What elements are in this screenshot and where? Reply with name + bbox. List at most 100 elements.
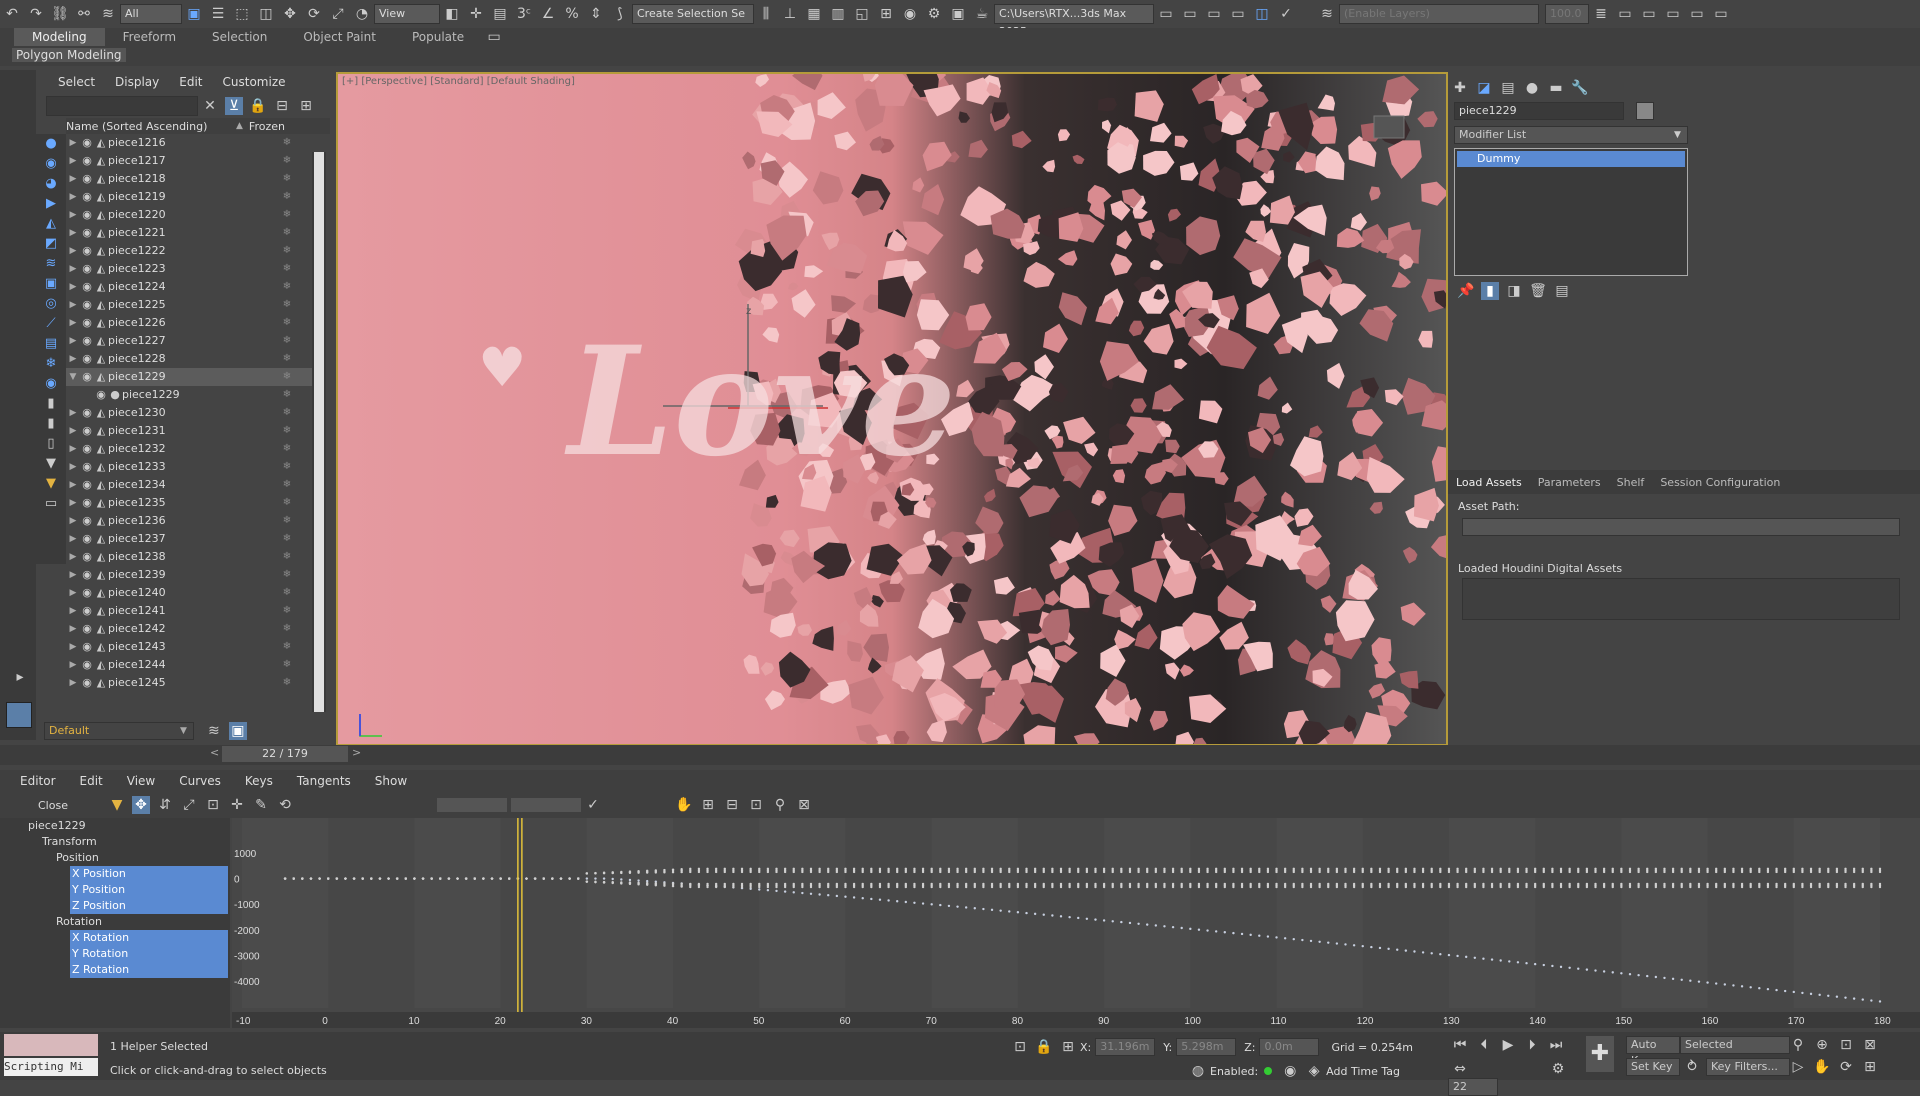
frozen-icon[interactable]: ❄ [262, 422, 312, 440]
scene-list-item[interactable]: ▶ ◉ ◭ piece1235 ❄ [66, 494, 312, 512]
play-icon[interactable]: ▶ [1499, 1036, 1517, 1054]
scene-list-item[interactable]: ▶ ◉ ◭ piece1232 ❄ [66, 440, 312, 458]
utilities-tab-icon[interactable]: 🔧 [1571, 79, 1589, 97]
menu-keys[interactable]: Keys [233, 774, 285, 788]
hidden-icon[interactable]: ◉ [39, 376, 63, 394]
lock-icon[interactable]: 🔒 [249, 97, 267, 115]
orbit-icon[interactable]: ⟳ [1837, 1058, 1855, 1076]
key-filters-button[interactable]: Key Filters... [1706, 1058, 1790, 1076]
expand-arrow-icon[interactable]: ▶ [66, 548, 80, 566]
object-color-swatch[interactable] [1636, 102, 1654, 120]
curve-editor-icon[interactable]: ◱ [853, 5, 871, 23]
goto-start-icon[interactable]: ⏮ [1451, 1036, 1469, 1054]
display-objects-icon[interactable]: ● [39, 136, 63, 154]
visibility-eye-icon[interactable]: ◉ [80, 224, 94, 242]
edit-named-sel-icon[interactable]: ⟆ [611, 5, 629, 23]
unlink-icon[interactable]: ⚯ [75, 5, 93, 23]
visibility-eye-icon[interactable]: ◉ [80, 242, 94, 260]
add-keys-icon[interactable]: ✛ [228, 796, 246, 814]
scene-list-item[interactable]: ▶ ◉ ◭ piece1236 ❄ [66, 512, 312, 530]
place-icon[interactable]: ◔ [353, 5, 371, 23]
key-time-field[interactable] [510, 798, 581, 812]
polygon-modeling-label[interactable]: Polygon Modeling [12, 48, 126, 62]
enabled-toggle-icon[interactable]: ◉ [1281, 1062, 1299, 1080]
frozen-icon[interactable]: ❄ [262, 260, 312, 278]
scene-list-item[interactable]: ▶ ◉ ◭ piece1243 ❄ [66, 638, 312, 656]
col-name-header[interactable]: Name (Sorted Ascending) [66, 120, 236, 133]
expand-arrow-icon[interactable]: ▶ [66, 440, 80, 458]
layer-dropdown[interactable]: (Enable Layers) [1339, 4, 1539, 24]
bind-icon[interactable]: ≋ [99, 5, 117, 23]
misc-icon-c[interactable]: ▭ [1664, 5, 1682, 23]
maxscript-listener-swatch[interactable] [4, 1034, 98, 1056]
ribbon-toggle-icon[interactable]: ▥ [829, 5, 847, 23]
containers-icon[interactable]: ▤ [39, 336, 63, 354]
expand-arrow-icon[interactable]: ▶ [66, 494, 80, 512]
layer-explorer-icon[interactable]: ▦ [805, 5, 823, 23]
spacewarps-icon[interactable]: ≋ [39, 256, 63, 274]
menu-edit[interactable]: Edit [68, 774, 115, 788]
visibility-eye-icon[interactable]: ◉ [80, 368, 94, 386]
key-value-field[interactable] [436, 798, 507, 812]
pan-view-icon[interactable]: ✋ [1813, 1058, 1831, 1076]
hierarchy-icon[interactable]: ⊟ [273, 97, 291, 115]
menu-editor[interactable]: Editor [8, 774, 68, 788]
visibility-eye-icon[interactable]: ◉ [80, 152, 94, 170]
frozen-icon[interactable]: ❄ [262, 296, 312, 314]
move-keys-icon[interactable]: ✥ [131, 796, 150, 814]
scene-list-item[interactable]: ▼ ◉ ◭ piece1229 ❄ [66, 368, 312, 386]
make-unique-icon[interactable]: ◨ [1505, 282, 1523, 300]
adaptive-deg-icon[interactable]: ◍ [1189, 1062, 1207, 1080]
select-by-name-icon[interactable]: ☰ [209, 5, 227, 23]
frozen-icon[interactable]: ❄ [262, 278, 312, 296]
controller-tree-item[interactable]: Z Rotation [0, 962, 230, 978]
create-tab-icon[interactable]: ✚ [1451, 79, 1469, 97]
folder-icon[interactable]: ▭ [1205, 5, 1223, 23]
close-button[interactable]: Close [38, 799, 68, 812]
frozen-icon[interactable]: ❄ [262, 494, 312, 512]
move-icon[interactable]: ✥ [281, 5, 299, 23]
visibility-eye-icon[interactable]: ◉ [80, 278, 94, 296]
frozen-icon[interactable]: ❄ [262, 206, 312, 224]
zoom-icon[interactable]: ⚲ [1789, 1036, 1807, 1054]
misc-icon-e[interactable]: ▭ [1712, 5, 1730, 23]
next-key-icon[interactable]: ⏵ [1523, 1036, 1541, 1054]
keyboard-shortcut-icon[interactable]: ▤ [491, 5, 509, 23]
xrefs-icon[interactable]: ◎ [39, 296, 63, 314]
rect-selection-icon[interactable]: ⬚ [233, 5, 251, 23]
asset-path-input[interactable] [1462, 518, 1900, 536]
pan-icon[interactable]: ✋ [675, 796, 693, 814]
draw-curves-icon[interactable]: ✎ [252, 796, 270, 814]
scene-list-item[interactable]: ▶ ◉ ◭ piece1233 ❄ [66, 458, 312, 476]
expand-arrow-icon[interactable]: ▶ [66, 584, 80, 602]
controller-tree-item[interactable]: X Position [0, 866, 230, 882]
scene-list-item[interactable]: ▶ ◉ ◭ piece1239 ❄ [66, 566, 312, 584]
enabled-dot[interactable] [1264, 1067, 1273, 1075]
reduce-keys-icon[interactable]: ⟲ [276, 796, 294, 814]
viewport-label[interactable]: [+] [Perspective] [Standard] [Default Sh… [342, 76, 575, 87]
expand-arrow-icon[interactable]: ▶ [66, 314, 80, 332]
material-editor-icon[interactable]: ◉ [901, 5, 919, 23]
expand-arrow-icon[interactable]: ▶ [66, 530, 80, 548]
perspective-viewport[interactable]: z [+] [Perspective] [Standard] [Default … [336, 72, 1448, 746]
expand-arrow-icon[interactable]: ▶ [66, 458, 80, 476]
visibility-eye-icon[interactable]: ◉ [80, 566, 94, 584]
visibility-eye-icon[interactable]: ◉ [80, 332, 94, 350]
frozen-icon[interactable]: ❄ [262, 134, 312, 152]
check-icon[interactable]: ✓ [1277, 5, 1295, 23]
key-tangent-icon[interactable]: ✓ [584, 796, 602, 814]
scene-list-item[interactable]: ▶ ◉ ◭ piece1216 ❄ [66, 134, 312, 152]
link-icon[interactable]: ⛓ [51, 5, 69, 23]
frozen-icon[interactable]: ❄ [262, 314, 312, 332]
expand-arrow-icon[interactable]: ▶ [66, 278, 80, 296]
frozen-icon[interactable]: ❄ [262, 566, 312, 584]
remove-modifier-icon[interactable]: 🗑 [1529, 282, 1547, 300]
expand-arrow-icon[interactable]: ▶ [66, 404, 80, 422]
expand-arrow-icon[interactable]: ▶ [66, 134, 80, 152]
scene-list-item[interactable]: ◉ ● piece1229 ❄ [66, 386, 312, 404]
frozen-icon[interactable]: ❄ [262, 602, 312, 620]
reference-coord-select[interactable]: View [374, 4, 440, 24]
scene-list-item[interactable]: ▶ ◉ ◭ piece1241 ❄ [66, 602, 312, 620]
tab-shelf[interactable]: Shelf [1609, 476, 1653, 489]
redo-icon[interactable]: ↷ [27, 5, 45, 23]
